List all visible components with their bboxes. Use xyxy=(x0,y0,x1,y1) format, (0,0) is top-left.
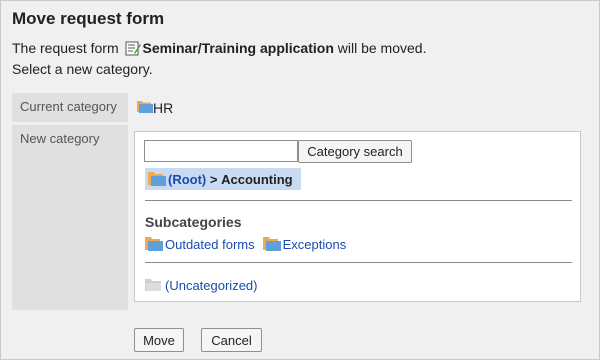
subcategory-link-exceptions[interactable]: Exceptions xyxy=(283,237,347,252)
divider xyxy=(145,262,572,263)
current-category-value: HR xyxy=(132,93,174,122)
category-search-input[interactable] xyxy=(144,140,298,162)
folder-icon xyxy=(137,99,153,116)
subcategories-list: Outdated forms Exceptions xyxy=(145,235,346,254)
new-category-label: New category xyxy=(12,125,128,310)
breadcrumb: (Root) > Accounting xyxy=(145,168,301,190)
uncategorized-link[interactable]: (Uncategorized) xyxy=(165,278,258,293)
breadcrumb-separator: > xyxy=(206,171,222,187)
subcategory-link-outdated-forms[interactable]: Outdated forms xyxy=(165,237,255,252)
description-suffix: will be moved. xyxy=(337,40,427,56)
description: The request form Seminar/Training applic… xyxy=(12,39,426,78)
current-category-name: HR xyxy=(153,99,174,116)
page-title: Move request form xyxy=(12,9,165,28)
breadcrumb-current: Accounting xyxy=(221,171,293,187)
move-button[interactable]: Move xyxy=(134,328,184,352)
breadcrumb-root-link[interactable]: (Root) xyxy=(168,172,206,187)
gray-folder-icon xyxy=(145,276,163,295)
cancel-button[interactable]: Cancel xyxy=(201,328,262,352)
move-request-form-dialog: Move request form The request form Semin… xyxy=(0,0,600,360)
folder-icon xyxy=(148,170,166,189)
current-category-label: Current category xyxy=(12,93,128,122)
subcategory-item[interactable]: Exceptions xyxy=(262,235,347,254)
folder-icon xyxy=(145,235,163,254)
request-form-icon xyxy=(125,40,141,60)
subcategories-heading: Subcategories xyxy=(145,214,242,230)
divider xyxy=(145,200,572,201)
uncategorized-item[interactable]: (Uncategorized) xyxy=(145,276,258,295)
description-prefix: The request form xyxy=(12,40,119,56)
category-search-button[interactable]: Category search xyxy=(298,140,412,163)
form-name: Seminar/Training application xyxy=(142,40,334,56)
subcategory-item[interactable]: Outdated forms xyxy=(145,235,255,254)
folder-icon xyxy=(262,235,281,254)
description-line2: Select a new category. xyxy=(12,61,153,77)
category-picker: Category search (Root) > Accounting Subc… xyxy=(134,131,581,302)
